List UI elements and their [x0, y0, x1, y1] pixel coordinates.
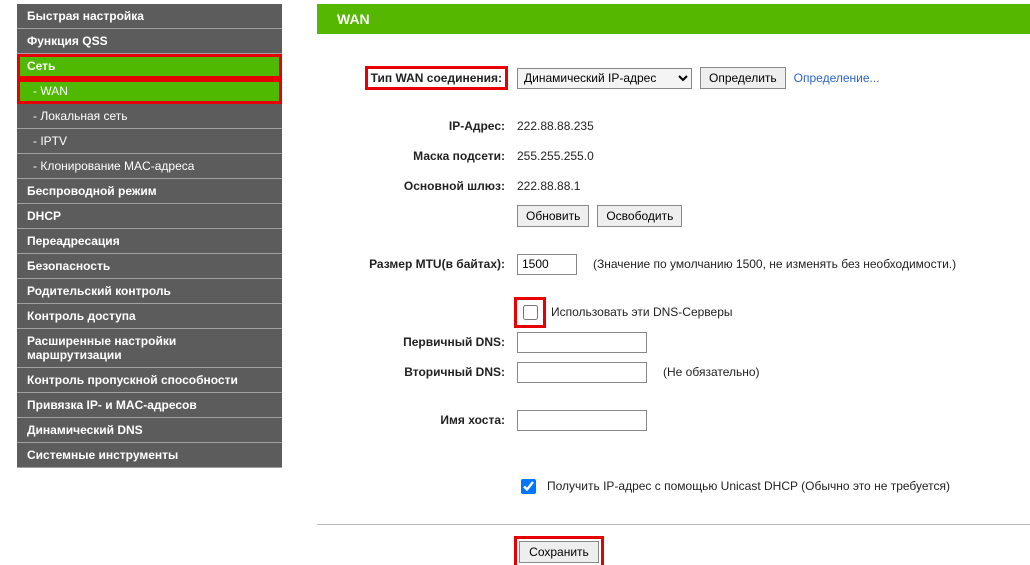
sidebar-item-dhcp[interactable]: DHCP	[17, 204, 282, 229]
page-title: WAN	[317, 4, 1030, 34]
wan-conn-type-select[interactable]: Динамический IP-адрес	[517, 68, 692, 89]
use-dns-checkbox[interactable]	[523, 305, 538, 320]
mask-value: 255.255.255.0	[517, 149, 657, 163]
sidebar-item-routing[interactable]: Расширенные настройки маршрутизации	[17, 329, 282, 368]
sidebar-item-mac-clone[interactable]: - Клонирование MAC-адреса	[17, 154, 282, 179]
dns1-input[interactable]	[517, 332, 647, 353]
mtu-input[interactable]	[517, 254, 577, 275]
sidebar-item-network[interactable]: Сеть	[17, 54, 282, 79]
sidebar-item-iptv[interactable]: - IPTV	[17, 129, 282, 154]
host-label: Имя хоста:	[317, 413, 517, 427]
unicast-label: Получить IP-адрес с помощью Unicast DHCP…	[547, 479, 950, 493]
sidebar-item-forwarding[interactable]: Переадресация	[17, 229, 282, 254]
mtu-label: Размер MTU(в байтах):	[317, 257, 517, 271]
sidebar-item-bandwidth[interactable]: Контроль пропускной способности	[17, 368, 282, 393]
sidebar-item-access-control[interactable]: Контроль доступа	[17, 304, 282, 329]
sidebar-item-wan[interactable]: - WAN	[17, 79, 282, 104]
mask-label: Маска подсети:	[317, 149, 517, 163]
use-dns-checkbox-highlight	[517, 300, 543, 325]
dns1-label: Первичный DNS:	[317, 335, 517, 349]
sidebar-item-ddns[interactable]: Динамический DNS	[17, 418, 282, 443]
sidebar-item-security[interactable]: Безопасность	[17, 254, 282, 279]
sidebar-item-wireless[interactable]: Беспроводной режим	[17, 179, 282, 204]
sidebar-item-system-tools[interactable]: Системные инструменты	[17, 443, 282, 468]
save-button[interactable]: Сохранить	[519, 541, 599, 563]
sidebar-item-qss[interactable]: Функция QSS	[17, 29, 282, 54]
sidebar-item-quick-setup[interactable]: Быстрая настройка	[17, 4, 282, 29]
host-input[interactable]	[517, 410, 647, 431]
dns2-note: (Не обязательно)	[663, 365, 760, 379]
dns2-label: Вторичный DNS:	[317, 365, 517, 379]
separator	[317, 524, 1030, 525]
wan-conn-type-label: Тип WAN соединения:	[368, 69, 505, 87]
gw-label: Основной шлюз:	[317, 179, 517, 193]
sidebar-item-ip-mac-binding[interactable]: Привязка IP- и MAC-адресов	[17, 393, 282, 418]
sidebar-item-parental[interactable]: Родительский контроль	[17, 279, 282, 304]
sidebar-item-lan[interactable]: - Локальная сеть	[17, 104, 282, 129]
refresh-button[interactable]: Обновить	[517, 205, 589, 227]
sidebar: Быстрая настройка Функция QSS Сеть - WAN…	[0, 0, 282, 565]
detect-button[interactable]: Определить	[700, 67, 786, 89]
unicast-checkbox[interactable]	[521, 479, 536, 494]
detect-link[interactable]: Определение...	[794, 71, 880, 85]
use-dns-label: Использовать эти DNS-Серверы	[551, 305, 733, 319]
ip-label: IP-Адрес:	[317, 119, 517, 133]
save-button-highlight: Сохранить	[517, 539, 601, 565]
gw-value: 222.88.88.1	[517, 179, 657, 193]
mtu-note: (Значение по умолчанию 1500, не изменять…	[593, 257, 956, 271]
ip-value: 222.88.88.235	[517, 119, 657, 133]
main: WAN Тип WAN соединения: Динамический IP-…	[282, 0, 1030, 565]
dns2-input[interactable]	[517, 362, 647, 383]
release-button[interactable]: Освободить	[597, 205, 682, 227]
